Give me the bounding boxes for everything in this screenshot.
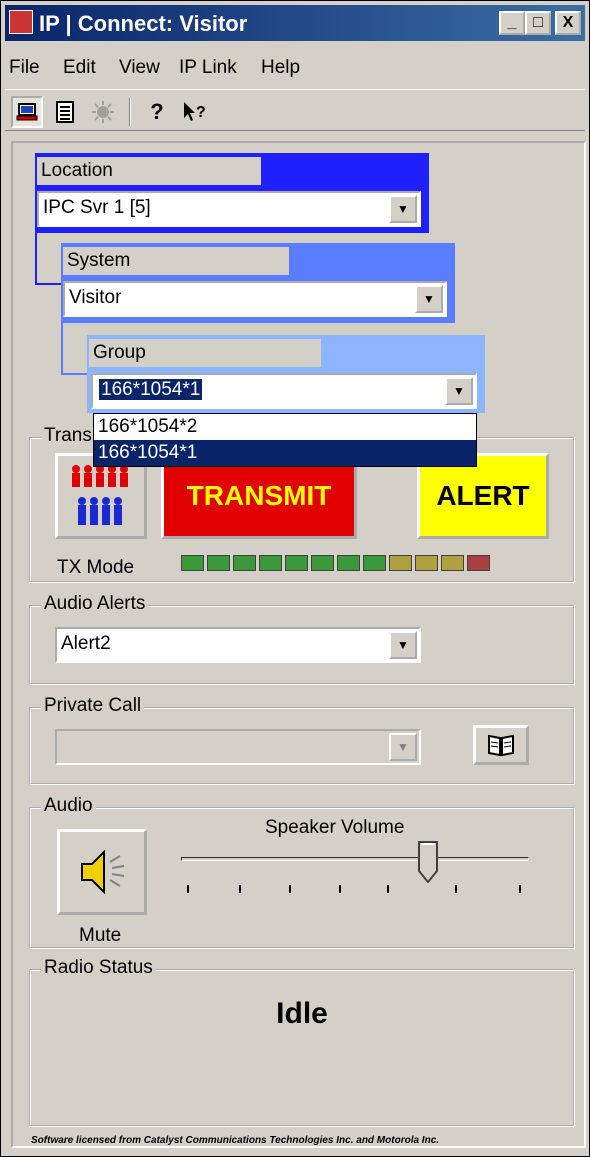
system-select[interactable]: Visitor ▼ <box>63 281 447 317</box>
close-button[interactable]: X <box>555 11 581 35</box>
chevron-down-icon[interactable]: ▼ <box>415 285 443 313</box>
volume-slider-thumb[interactable] <box>418 841 439 884</box>
transmit-legend: Trans <box>41 425 95 447</box>
mute-button[interactable] <box>57 829 147 915</box>
book-icon <box>488 734 514 757</box>
window-title: IP | Connect: Visitor <box>39 11 248 36</box>
menu-help[interactable]: Help <box>261 57 300 79</box>
meter-segment <box>311 555 334 571</box>
group-select[interactable]: 166*1054*1 ▼ <box>91 373 477 409</box>
menu-ip-link[interactable]: IP Link <box>179 57 237 79</box>
chevron-down-icon[interactable]: ▼ <box>389 195 417 223</box>
slider-tick <box>339 885 341 893</box>
audio-alerts-select[interactable]: Alert2 ▼ <box>55 627 421 663</box>
list-icon[interactable] <box>49 96 81 128</box>
meter-segment <box>467 555 490 571</box>
menu-file[interactable]: File <box>9 57 40 79</box>
meter-segment <box>441 555 464 571</box>
tx-mode-label: TX Mode <box>57 557 135 578</box>
meter-segment <box>233 555 256 571</box>
mute-label: Mute <box>79 925 122 946</box>
help-icon[interactable]: ? <box>141 96 173 128</box>
chevron-down-icon[interactable]: ▼ <box>389 631 417 659</box>
meter-segment <box>207 555 230 571</box>
connector-line <box>35 283 63 285</box>
maximize-button[interactable]: □ <box>525 11 551 35</box>
connector-line <box>61 323 63 375</box>
meter-segment <box>363 555 386 571</box>
menu-bar: File Edit View IP Link Help <box>5 51 585 83</box>
group-dropdown-list[interactable]: 166*1054*2 166*1054*1 <box>93 413 477 467</box>
phonebook-button[interactable] <box>473 725 529 765</box>
slider-tick <box>455 885 457 893</box>
context-help-icon[interactable]: ? <box>179 96 211 128</box>
app-icon <box>9 10 33 34</box>
slider-tick <box>387 885 389 893</box>
slider-tick <box>239 885 241 893</box>
dropdown-option[interactable]: 166*1054*2 <box>94 414 476 440</box>
system-value: Visitor <box>69 287 122 308</box>
signal-meter <box>181 555 490 571</box>
meter-segment <box>415 555 438 571</box>
meter-segment <box>285 555 308 571</box>
speaker-volume-label: Speaker Volume <box>265 817 405 838</box>
slider-tick <box>289 885 291 893</box>
chevron-down-icon[interactable]: ▼ <box>445 377 473 405</box>
app-window: IP | Connect: Visitor _ □ X File Edit Vi… <box>0 0 590 1157</box>
people-group-icon <box>72 465 128 525</box>
slider-tick <box>519 885 521 893</box>
sun-icon[interactable] <box>87 96 119 128</box>
speaker-icon <box>81 849 125 895</box>
volume-slider-track[interactable] <box>181 857 529 861</box>
title-bar[interactable]: IP | Connect: Visitor _ □ X <box>5 5 585 41</box>
minimize-button[interactable]: _ <box>499 11 525 35</box>
group-value: 166*1054*1 <box>99 379 203 400</box>
system-label: System <box>63 247 289 275</box>
computer-icon[interactable] <box>11 96 43 128</box>
meter-segment <box>181 555 204 571</box>
chevron-down-icon[interactable]: ▼ <box>389 733 417 761</box>
meter-segment <box>259 555 282 571</box>
meter-segment <box>389 555 412 571</box>
private-call-legend: Private Call <box>41 695 145 717</box>
location-value: IPC Svr 1 [5] <box>43 197 151 218</box>
meter-segment <box>337 555 360 571</box>
slider-tick <box>187 885 189 893</box>
license-footer: Software licensed from Catalyst Communic… <box>31 1135 440 1146</box>
dropdown-option-selected[interactable]: 166*1054*1 <box>94 440 476 466</box>
audio-legend: Audio <box>41 795 96 817</box>
group-label: Group <box>89 339 321 367</box>
location-label: Location <box>37 157 261 185</box>
private-call-select[interactable]: ▼ <box>55 729 421 765</box>
connector-line <box>35 233 37 285</box>
svg-text:?: ? <box>196 104 206 121</box>
toolbar-separator <box>129 98 131 126</box>
location-select[interactable]: IPC Svr 1 [5] ▼ <box>37 191 421 227</box>
radio-status-legend: Radio Status <box>41 957 156 979</box>
audio-alerts-legend: Audio Alerts <box>41 593 149 615</box>
radio-status-groupbox: Radio Status <box>29 957 575 1127</box>
radio-status-value: Idle <box>276 997 328 1030</box>
menu-edit[interactable]: Edit <box>63 57 96 79</box>
audio-alert-value: Alert2 <box>61 633 111 654</box>
toolbar: ? ? <box>5 89 585 131</box>
connector-line <box>61 373 89 375</box>
menu-view[interactable]: View <box>119 57 160 79</box>
